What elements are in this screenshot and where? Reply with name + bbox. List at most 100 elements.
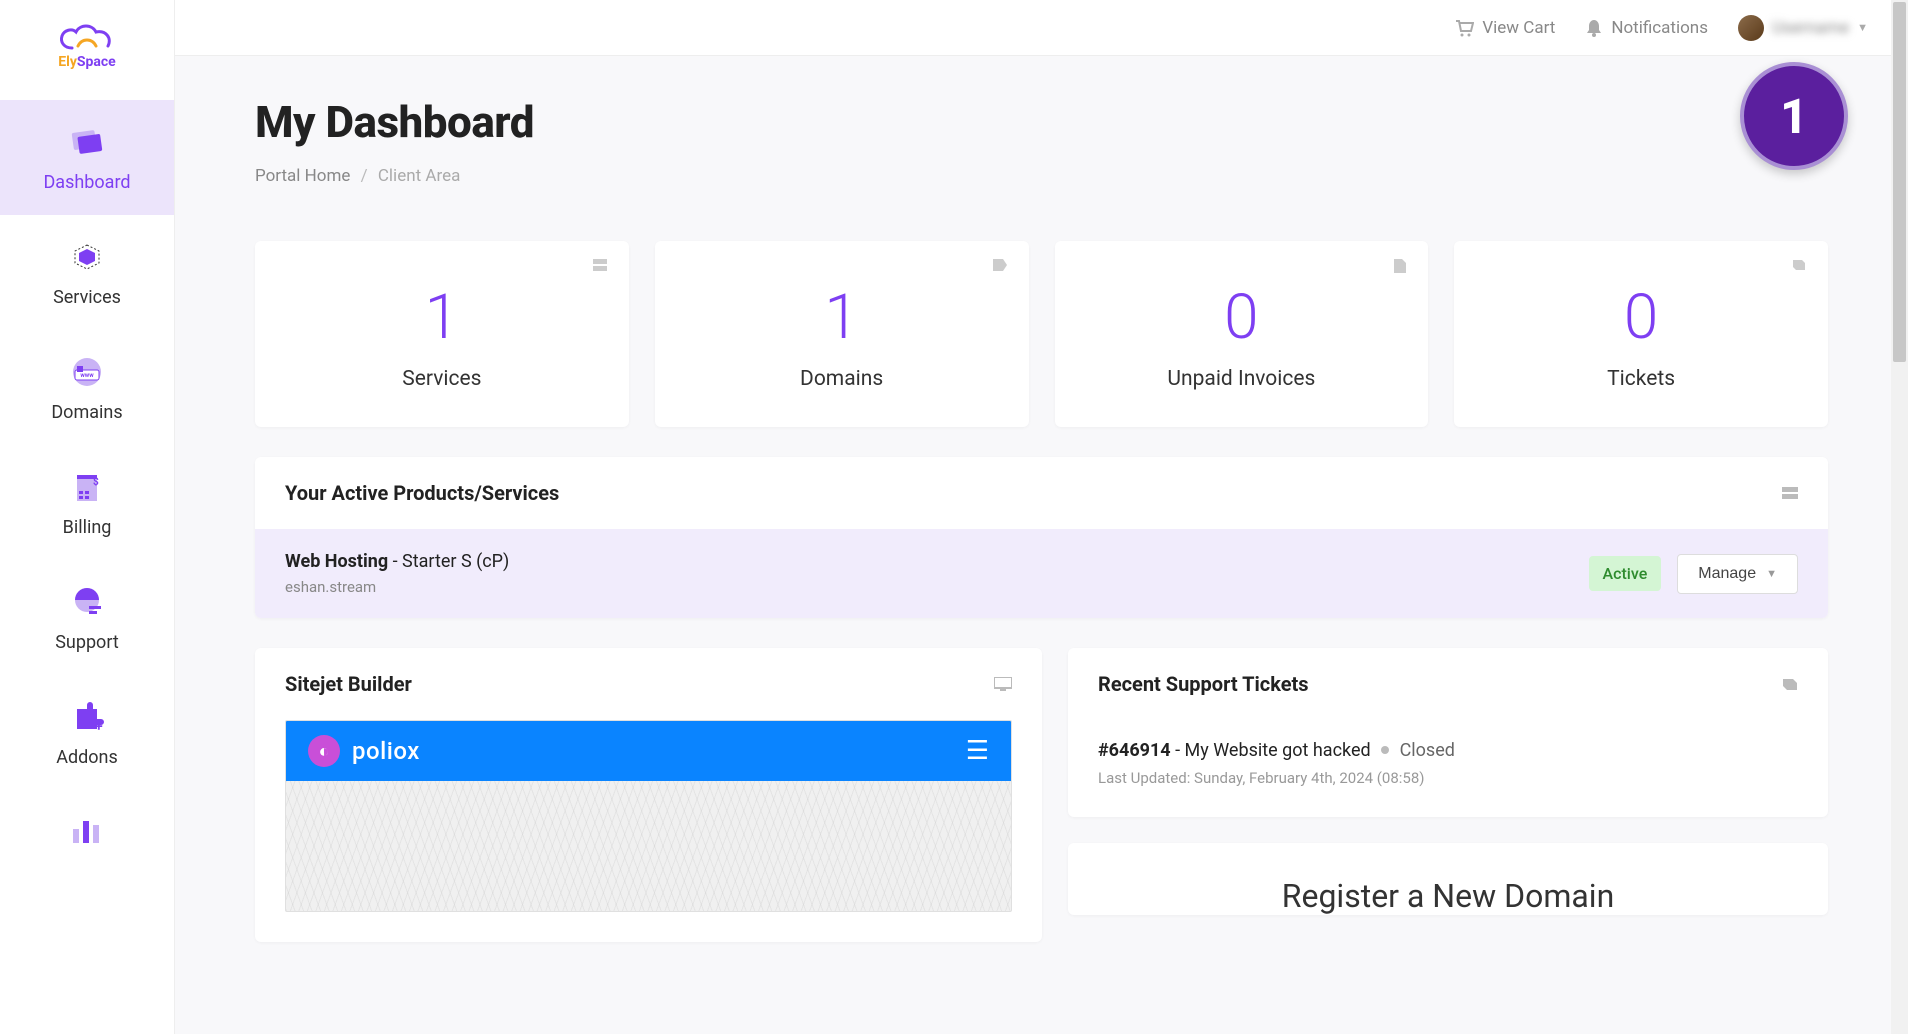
- username-label: Username: [1772, 18, 1849, 38]
- billing-icon: $: [67, 467, 107, 507]
- stat-label: Domains: [683, 367, 1001, 391]
- stat-card-invoices[interactable]: 0 Unpaid Invoices: [1055, 241, 1429, 427]
- breadcrumb-home[interactable]: Portal Home: [255, 166, 350, 186]
- server-icon: [1782, 487, 1798, 499]
- product-plan: - Starter S (cP): [388, 551, 509, 572]
- stat-value: 1: [683, 287, 1001, 349]
- sitejet-panel: Sitejet Builder ◐ poliox: [255, 648, 1042, 942]
- svg-text:www: www: [80, 372, 94, 379]
- chevron-down-icon: ▼: [1857, 21, 1868, 34]
- preview-brand: ◐ poliox: [308, 735, 420, 767]
- sitejet-preview[interactable]: ◐ poliox ☰: [255, 720, 1042, 942]
- product-category: Web Hosting: [285, 551, 388, 572]
- product-domain: eshan.stream: [285, 578, 509, 596]
- ticket-icon: [1792, 259, 1806, 271]
- badge-count: 1: [1780, 88, 1808, 145]
- ticket-icon: [1782, 678, 1798, 691]
- stat-value: 0: [1083, 287, 1401, 349]
- stats-icon: [67, 812, 107, 852]
- stat-label: Tickets: [1482, 367, 1800, 391]
- nav-label: Services: [53, 287, 121, 308]
- brand-logo[interactable]: ElySpace: [58, 20, 115, 70]
- breadcrumb-separator: /: [361, 166, 368, 186]
- manage-button[interactable]: Manage ▼: [1677, 554, 1798, 594]
- addons-icon: +: [67, 697, 107, 737]
- breadcrumb: Portal Home / Client Area: [255, 166, 1828, 186]
- bell-icon: [1585, 18, 1603, 38]
- sidebar-item-addons[interactable]: + Addons: [0, 675, 174, 790]
- sidebar-item-billing[interactable]: $ Billing: [0, 445, 174, 560]
- preview-logo-icon: ◐: [308, 735, 340, 767]
- monitor-icon: [994, 677, 1012, 691]
- stat-label: Unpaid Invoices: [1083, 367, 1401, 391]
- sidebar: ElySpace Dashboard Services www Domains …: [0, 0, 175, 1034]
- svg-text:+: +: [95, 719, 103, 735]
- status-badge: Active: [1589, 556, 1662, 591]
- two-column-row: Sitejet Builder ◐ poliox: [255, 648, 1828, 942]
- view-cart-link[interactable]: View Cart: [1454, 18, 1555, 38]
- stats-row: 1 Services 1 Domains 0 Unpaid Invoices: [255, 241, 1828, 427]
- panel-header: Your Active Products/Services: [255, 457, 1828, 529]
- preview-body: [286, 781, 1011, 911]
- domains-icon: www: [67, 352, 107, 392]
- panel-title: Your Active Products/Services: [285, 481, 559, 505]
- preview-topbar: ◐ poliox ☰: [286, 721, 1011, 781]
- ticket-id: #646914: [1098, 740, 1171, 761]
- panel-header: Sitejet Builder: [255, 648, 1042, 720]
- register-domain-panel: Register a New Domain: [1068, 843, 1828, 915]
- sidebar-item-domains[interactable]: www Domains: [0, 330, 174, 445]
- sidebar-item-extra[interactable]: [0, 790, 174, 862]
- support-icon: [67, 582, 107, 622]
- ticket-status: Closed: [1400, 740, 1455, 761]
- stat-card-domains[interactable]: 1 Domains: [655, 241, 1029, 427]
- panel-header: Recent Support Tickets: [1068, 648, 1828, 720]
- nav-label: Support: [55, 632, 119, 653]
- tickets-panel: Recent Support Tickets #646914 - My Webs…: [1068, 648, 1828, 817]
- notifications-link[interactable]: Notifications: [1585, 18, 1708, 38]
- floating-notification-badge[interactable]: 1: [1740, 62, 1848, 170]
- content-scroll: My Dashboard Portal Home / Client Area 1…: [175, 56, 1908, 1034]
- file-icon: [1394, 259, 1406, 273]
- user-menu[interactable]: Username ▼: [1738, 15, 1868, 41]
- product-actions: Active Manage ▼: [1589, 554, 1799, 594]
- sidebar-item-dashboard[interactable]: Dashboard: [0, 100, 174, 215]
- avatar: [1738, 15, 1764, 41]
- dashboard-icon: [67, 122, 107, 162]
- tag-icon: [993, 259, 1007, 271]
- manage-label: Manage: [1698, 565, 1756, 583]
- scrollbar-thumb[interactable]: [1893, 2, 1906, 362]
- product-row[interactable]: Web Hosting - Starter S (cP) eshan.strea…: [255, 529, 1828, 618]
- stat-value: 0: [1482, 287, 1800, 349]
- nav-label: Addons: [56, 747, 118, 768]
- sidebar-item-services[interactable]: Services: [0, 215, 174, 330]
- nav-label: Domains: [51, 402, 122, 423]
- status-dot-icon: [1381, 746, 1389, 754]
- stat-value: 1: [283, 287, 601, 349]
- view-cart-label: View Cart: [1482, 18, 1555, 38]
- main-area: View Cart Notifications Username ▼ My Da…: [175, 0, 1908, 1034]
- active-products-panel: Your Active Products/Services Web Hostin…: [255, 457, 1828, 618]
- scrollbar[interactable]: [1891, 0, 1908, 1034]
- ticket-updated: Last Updated: Sunday, February 4th, 2024…: [1098, 769, 1798, 787]
- cart-icon: [1454, 19, 1474, 37]
- brand-name: ElySpace: [58, 54, 115, 70]
- preview-brand-text: poliox: [352, 737, 420, 765]
- stat-card-tickets[interactable]: 0 Tickets: [1454, 241, 1828, 427]
- chevron-down-icon: ▼: [1766, 568, 1777, 580]
- server-icon: [593, 259, 607, 271]
- cloud-logo-icon: [58, 20, 114, 54]
- sidebar-item-support[interactable]: Support: [0, 560, 174, 675]
- svg-text:$: $: [93, 475, 99, 488]
- panel-title: Recent Support Tickets: [1098, 672, 1309, 696]
- ticket-title: - My Website got hacked: [1171, 740, 1371, 761]
- topbar: View Cart Notifications Username ▼: [175, 0, 1908, 56]
- page-title: My Dashboard: [255, 96, 1828, 148]
- services-icon: [67, 237, 107, 277]
- notifications-label: Notifications: [1611, 18, 1708, 38]
- stat-card-services[interactable]: 1 Services: [255, 241, 629, 427]
- product-info: Web Hosting - Starter S (cP) eshan.strea…: [285, 551, 509, 596]
- nav-label: Dashboard: [43, 172, 130, 193]
- panel-title: Sitejet Builder: [285, 672, 412, 696]
- breadcrumb-current: Client Area: [378, 166, 460, 186]
- ticket-item[interactable]: #646914 - My Website got hacked Closed L…: [1068, 720, 1828, 817]
